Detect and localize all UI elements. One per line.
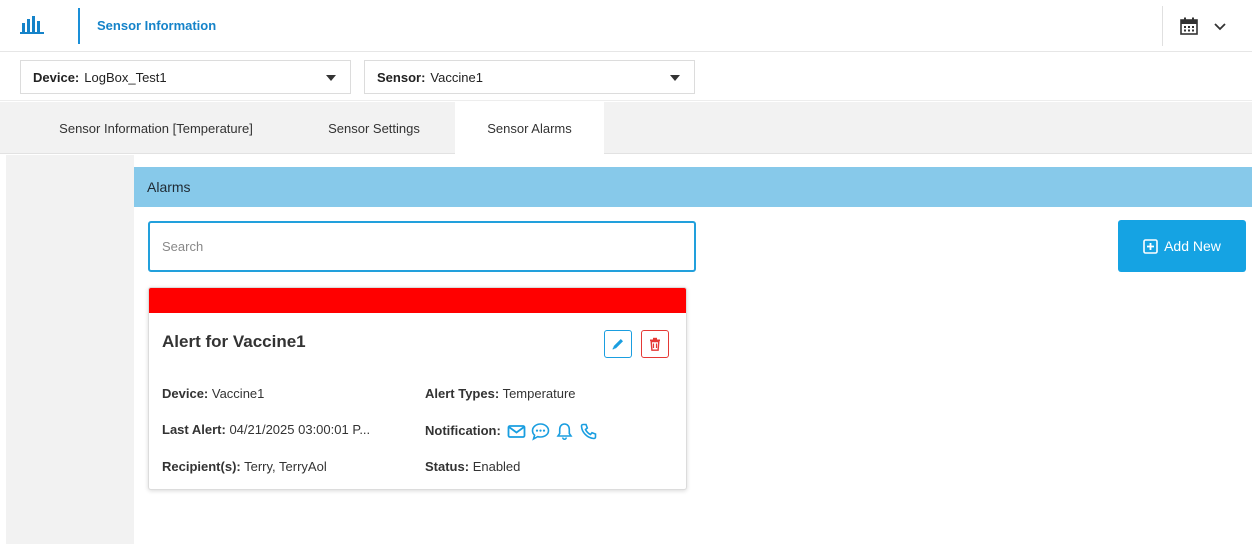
sensor-select-value: Vaccine1 (430, 69, 483, 85)
status-label: Status: (425, 459, 470, 474)
tab-sensor-information[interactable]: Sensor Information [Temperature] (18, 102, 294, 154)
device-select-label: Device: (33, 69, 80, 85)
alarms-panel-header: Alarms (134, 167, 1252, 207)
sensor-select[interactable]: Sensor: Vaccine1 (364, 60, 695, 94)
bell-icon[interactable] (555, 422, 574, 441)
date-range-dropdown[interactable] (1162, 6, 1252, 46)
chat-icon[interactable] (531, 422, 550, 441)
chevron-down-icon (1214, 23, 1226, 31)
alarm-device-field: Device: Vaccine1 (162, 386, 264, 401)
alarm-card: Alert for Vaccine1 Device: Vaccine1 Aler… (148, 287, 687, 490)
header-divider (78, 8, 80, 44)
bar-chart-icon[interactable] (20, 14, 46, 34)
trash-icon (650, 337, 660, 351)
alarm-types-field: Alert Types: Temperature (425, 386, 576, 401)
add-new-label: Add New (1164, 238, 1221, 254)
last-alert-field: Last Alert: 04/21/2025 03:00:01 P... (162, 422, 370, 437)
status-field: Status: Enabled (425, 459, 520, 474)
caret-down-icon (326, 75, 336, 81)
edit-alarm-button[interactable] (604, 330, 632, 358)
recipients-field: Recipient(s): Terry, TerryAol (162, 459, 327, 474)
device-select[interactable]: Device: LogBox_Test1 (20, 60, 351, 94)
plus-square-icon (1143, 238, 1158, 254)
caret-down-icon (670, 75, 680, 81)
top-header: Sensor Information (0, 0, 1252, 52)
last-alert-label: Last Alert: (162, 422, 226, 437)
last-alert-value: 04/21/2025 03:00:01 P... (229, 422, 371, 437)
tab-sensor-settings[interactable]: Sensor Settings (304, 102, 444, 154)
status-value: Enabled (472, 459, 521, 474)
left-gutter (6, 155, 134, 544)
tab-sensor-alarms[interactable]: Sensor Alarms (455, 102, 604, 155)
notification-label: Notification: (425, 422, 501, 438)
recipients-label: Recipient(s): (162, 459, 241, 474)
alarm-types-label: Alert Types: (425, 386, 500, 401)
add-new-button[interactable]: Add New (1118, 220, 1246, 272)
tab-bar: Sensor Information [Temperature] Sensor … (0, 102, 1252, 155)
notification-field: Notification: (425, 422, 598, 441)
delete-alarm-button[interactable] (641, 330, 669, 358)
alarm-device-label: Device: (162, 386, 209, 401)
email-icon[interactable] (507, 422, 526, 441)
calendar-icon (1180, 17, 1198, 35)
sensor-select-label: Sensor: (377, 69, 426, 85)
phone-icon[interactable] (579, 422, 598, 441)
device-select-value: LogBox_Test1 (84, 69, 167, 85)
selector-row: Device: LogBox_Test1 Sensor: Vaccine1 (0, 52, 1252, 101)
alarms-panel: Alarms Add New Alert for Vaccine1 (134, 167, 1252, 544)
search-input[interactable] (148, 221, 696, 272)
alarm-device-value: Vaccine1 (211, 386, 265, 401)
recipients-value: Terry, TerryAol (244, 459, 327, 474)
pencil-icon (612, 339, 623, 350)
alarm-status-strip (149, 288, 686, 313)
alarm-card-title: Alert for Vaccine1 (162, 332, 306, 351)
alarm-types-value: Temperature (502, 386, 576, 401)
page-title: Sensor Information (97, 18, 217, 33)
